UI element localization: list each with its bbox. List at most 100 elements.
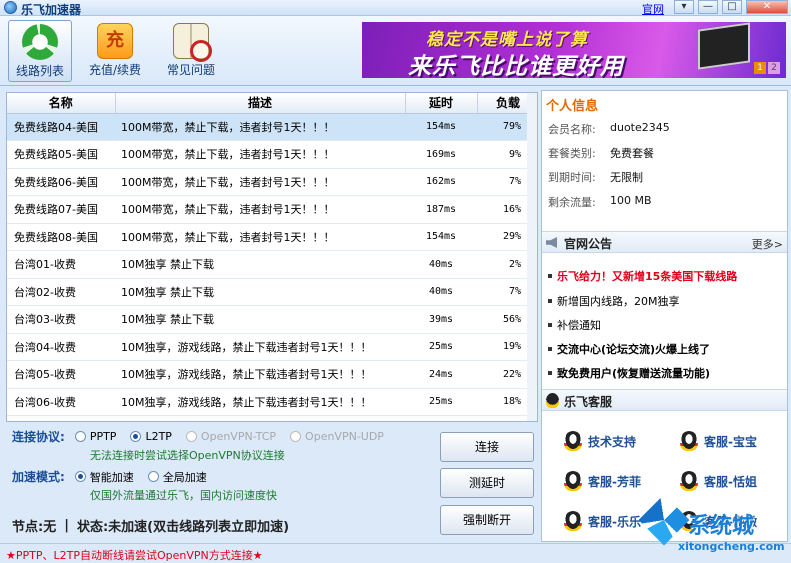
tab-server-list[interactable]: 线路列表	[8, 20, 72, 82]
server-latency-cell: 169ms	[405, 140, 477, 169]
server-latency-cell: 162ms	[405, 168, 477, 196]
table-row[interactable]: 免费线路08-美国 100M带宽，禁止下载，违者封号1天！！！ 154ms 29%	[7, 223, 537, 251]
server-desc-cell: 100M带宽，禁止下载，违者封号1天！！！	[115, 140, 405, 169]
connect-button[interactable]: 连接	[440, 432, 534, 462]
banner-slogan-line2: 来乐飞比比谁更好用	[408, 54, 624, 78]
protocol-row: 连接协议: PPTP L2TP OpenVPN-TCP OpenVPN-UDP	[12, 428, 398, 445]
announcement-title: 官网公告	[564, 237, 613, 251]
footer-notice: ★PPTP、L2TP自动断线请尝试OpenVPN方式连接★	[6, 549, 263, 562]
news-item[interactable]: 致免费用户(恢复赠送流量功能)	[548, 365, 710, 381]
bullet-icon	[548, 347, 552, 351]
table-row[interactable]: 免费线路07-美国 100M带宽，禁止下载，违者封号1天！！！ 187ms 16%	[7, 195, 537, 224]
speaker-icon	[546, 237, 557, 248]
banner-page-2[interactable]: 2	[768, 62, 780, 74]
cs-agent-tech-support[interactable]: 技术支持	[564, 431, 636, 451]
banner-pager: 1 2	[754, 62, 780, 74]
announcement-more-link[interactable]: 更多>	[752, 236, 783, 252]
info-key: 会员名称:	[548, 123, 596, 136]
radio-label: PPTP	[89, 430, 117, 443]
tab-faq[interactable]: 常见问题	[160, 20, 222, 82]
minimize-button[interactable]: —	[698, 0, 718, 14]
protocol-pptp-radio[interactable]: PPTP	[74, 430, 117, 443]
recharge-icon: 充	[97, 23, 133, 59]
server-name-cell: 台湾04-收费	[7, 333, 115, 361]
table-row[interactable]: 台湾04-收费 10M独享，游戏线路，禁止下载违者封号1天！！！ 25ms 19%	[7, 333, 537, 361]
announcement-header: 官网公告 更多>	[542, 231, 787, 253]
server-latency-cell: 40ms	[405, 250, 477, 279]
server-latency-cell: 154ms	[405, 113, 477, 141]
status-line: 节点:无 | 状态:未加速(双击线路列表立即加速)	[12, 516, 289, 535]
server-desc-cell: 100M带宽，禁止下载，违者封号1天！！！	[115, 195, 405, 224]
news-text: 新增国内线路，20M独享	[557, 295, 680, 308]
server-desc-cell: 10M独享，游戏线路，禁止下载违者封号1天！！！	[115, 360, 405, 389]
news-item[interactable]: 新增国内线路，20M独享	[548, 293, 680, 309]
server-desc-cell: 10M独享 禁止下载	[115, 278, 405, 306]
mode-global-radio[interactable]: 全局加速	[147, 469, 207, 485]
table-row[interactable]: 台湾06-收费 10M独享，游戏线路，禁止下载违者封号1天！！！ 25ms 18%	[7, 388, 537, 416]
radio-dot	[74, 471, 86, 482]
server-desc-cell: 10M独享 禁止下载	[115, 305, 405, 334]
table-row[interactable]: 免费线路05-美国 100M带宽，禁止下载，违者封号1天！！！ 169ms 9%	[7, 140, 537, 169]
mode-hint: 仅国外流量通过乐飞，国内访问速度快	[90, 489, 277, 502]
server-desc-cell: 10M独享，游戏线路，禁止下载违者封号1天！！！	[115, 388, 405, 416]
force-disconnect-button[interactable]: 强制断开	[440, 505, 534, 535]
bullet-icon	[548, 299, 552, 303]
cs-agent-label: 客服-芳菲	[588, 474, 641, 489]
server-desc-cell: 10M独享 禁止下载	[115, 250, 405, 279]
server-name-cell: 免费线路06-美国	[7, 168, 115, 196]
mode-label: 加速模式:	[12, 470, 65, 484]
radio-dot	[74, 431, 86, 442]
server-desc-cell: 100M带宽，禁止下载，违者封号1天！！！	[115, 113, 405, 141]
test-latency-button[interactable]: 测延时	[440, 468, 534, 498]
table-scrollbar[interactable]	[527, 93, 537, 421]
official-site-link[interactable]: 官网	[642, 1, 664, 17]
radio-dot	[185, 431, 197, 442]
book-magnifier-icon	[173, 23, 212, 62]
table-row[interactable]: 免费线路06-美国 100M带宽，禁止下载，违者封号1天！！！ 162ms 7%	[7, 168, 537, 196]
server-name-cell: 台湾01-收费	[7, 250, 115, 279]
mode-smart-radio[interactable]: 智能加速	[74, 469, 134, 485]
bullet-icon	[548, 274, 552, 278]
column-header-desc[interactable]: 描述	[115, 93, 406, 114]
table-row[interactable]: 台湾03-收费 10M独享 禁止下载 39ms 56%	[7, 305, 537, 334]
qq-penguin-icon	[546, 393, 559, 408]
cs-agent-baobao[interactable]: 客服-宝宝	[680, 431, 757, 451]
cs-agent-fangfei[interactable]: 客服-芳菲	[564, 471, 641, 491]
column-header-name[interactable]: 名称	[7, 93, 116, 114]
tab-faq-label: 常见问题	[166, 63, 215, 77]
bullet-icon	[548, 323, 552, 327]
table-row[interactable]: 台湾01-收费 10M独享 禁止下载 40ms 2%	[7, 250, 537, 279]
maximize-button[interactable]: □	[722, 0, 742, 14]
radio-dot	[290, 431, 302, 442]
column-header-latency[interactable]: 延时	[405, 93, 478, 114]
news-item[interactable]: 乐飞给力！又新增15条美国下载线路	[548, 268, 737, 284]
menu-dropdown-button[interactable]: ▾	[674, 0, 694, 14]
close-button[interactable]: ✕	[746, 0, 788, 14]
app-logo-icon	[4, 1, 17, 14]
cs-agent-lele[interactable]: 客服-乐乐	[564, 511, 641, 531]
protocol-l2tp-radio[interactable]: L2TP	[130, 430, 172, 443]
qq-penguin-icon	[564, 431, 582, 451]
table-row[interactable]: 台湾05-收费 10M独享，游戏线路，禁止下载违者封号1天！！！ 24ms 22%	[7, 360, 537, 389]
server-desc-cell: 100M带宽，禁止下载，违者封号1天！！！	[115, 223, 405, 251]
protocol-hint: 无法连接时尝试选择OpenVPN协议连接	[90, 449, 285, 462]
news-item[interactable]: 交流中心(论坛交流)火爆上线了	[548, 341, 710, 357]
server-desc-cell: 100M带宽，禁止下载，违者封号1天！！！	[115, 168, 405, 196]
table-row[interactable]: 免费线路04-美国 100M带宽，禁止下载，违者封号1天！！！ 154ms 79%	[7, 113, 537, 141]
server-name-cell: 免费线路08-美国	[7, 223, 115, 251]
news-item[interactable]: 补偿通知	[548, 317, 601, 333]
table-row[interactable]: 台湾02-收费 10M独享 禁止下载 40ms 7%	[7, 278, 537, 306]
news-text: 致免费用户(恢复赠送流量功能)	[557, 367, 711, 380]
server-latency-cell: 39ms	[405, 305, 477, 334]
banner-page-1[interactable]: 1	[754, 62, 766, 74]
server-name-cell: 台湾03-收费	[7, 305, 115, 334]
radio-dot	[147, 471, 159, 482]
tab-recharge[interactable]: 充 充值/续费	[82, 20, 148, 82]
radio-label: 全局加速	[162, 470, 207, 484]
server-name-cell: 台湾06-收费	[7, 388, 115, 416]
watermark: 系统城 xitongcheng.com	[638, 494, 790, 560]
acceleration-status: 状态:未加速(双击线路列表立即加速)	[76, 520, 290, 535]
cs-agent-tianjie[interactable]: 客服-恬姐	[680, 471, 757, 491]
promo-banner[interactable]: 稳定不是嘴上说了算 来乐飞比比谁更好用 1 2	[362, 22, 786, 78]
tab-recharge-label: 充值/续费	[88, 63, 142, 77]
